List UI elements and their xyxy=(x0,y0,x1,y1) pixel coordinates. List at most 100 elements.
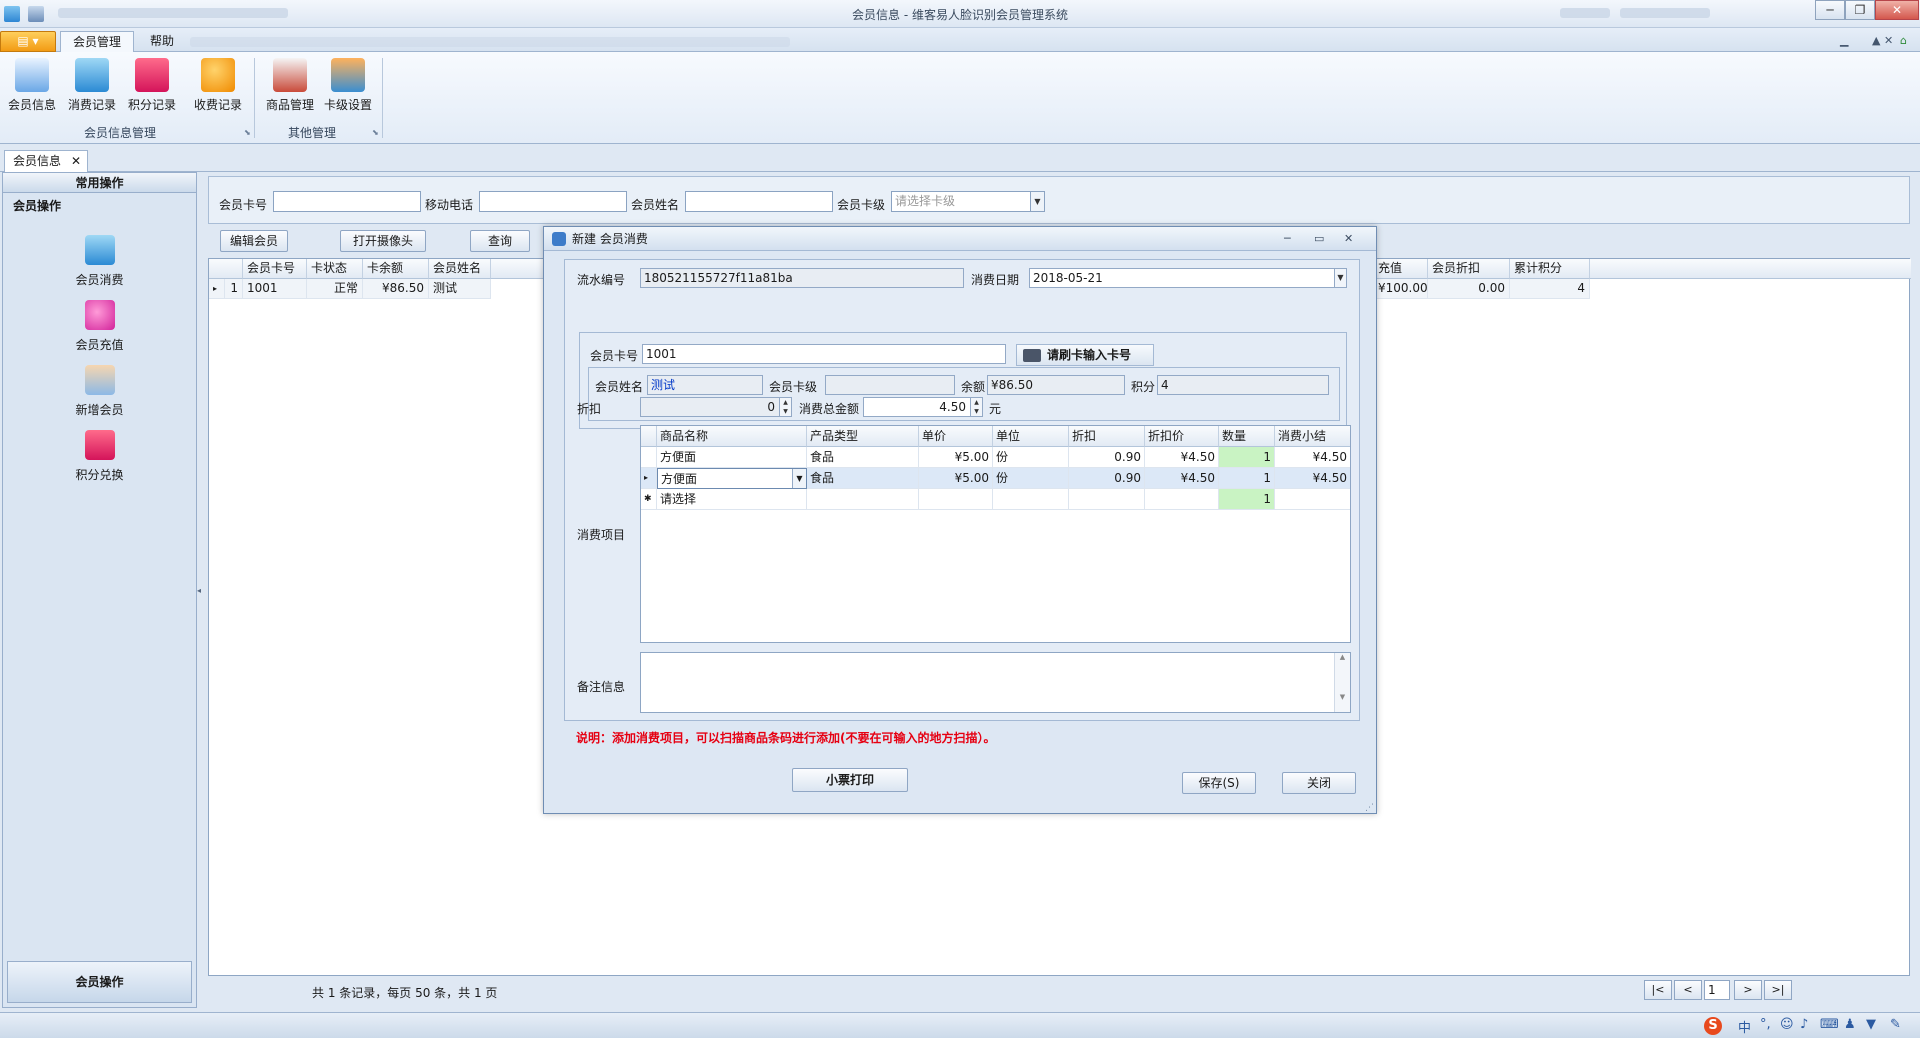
notes-scrollbar[interactable]: ▲ ▼ xyxy=(1334,653,1350,712)
chevron-down-icon[interactable]: ▼ xyxy=(1030,192,1044,211)
cell-subtotal[interactable]: ¥4.50 xyxy=(1275,468,1350,489)
print-receipt-button[interactable]: 小票打印 xyxy=(792,768,908,792)
nav-item-member-consume[interactable]: 会员消费 xyxy=(3,235,196,288)
consume-date-picker[interactable]: 2018-05-21 ▼ xyxy=(1029,268,1347,288)
resize-grip-icon[interactable]: ⋰ xyxy=(1365,803,1374,813)
column-header[interactable]: 会员卡号 xyxy=(243,259,307,279)
nav-item-points-exchange[interactable]: 积分兑换 xyxy=(3,430,196,483)
cell-subtotal[interactable]: ¥4.50 xyxy=(1275,447,1350,468)
close-button[interactable]: 关闭 xyxy=(1282,772,1356,794)
card-level-button[interactable]: 卡级设置 xyxy=(320,58,376,118)
prev-page-button[interactable]: < xyxy=(1674,980,1702,1000)
cell-unit[interactable]: 份 xyxy=(993,447,1069,468)
cell-card-number[interactable]: 1001 xyxy=(243,279,307,299)
column-header[interactable]: 卡余额 xyxy=(363,259,429,279)
ribbon-up-icon[interactable]: ▲ xyxy=(1872,34,1880,47)
minimize-button[interactable]: ─ xyxy=(1815,0,1845,20)
cell-product-type[interactable]: 食品 xyxy=(807,447,919,468)
cell-total-points[interactable]: 4 xyxy=(1510,279,1590,299)
mobile-input[interactable] xyxy=(479,191,627,212)
column-header[interactable]: 折扣价 xyxy=(1145,426,1219,447)
cell-product-name[interactable]: 请选择 xyxy=(657,489,807,510)
ribbon-minimize-icon[interactable]: ▁ xyxy=(1840,34,1848,47)
column-header[interactable]: 累计积分 xyxy=(1510,259,1590,279)
page-number-input[interactable]: 1 xyxy=(1704,980,1730,1000)
close-icon[interactable]: ✕ xyxy=(1344,227,1353,251)
close-window-button[interactable]: ✕ xyxy=(1875,0,1919,20)
dialog-launcher-icon[interactable]: ⬊ xyxy=(244,128,251,137)
cell-recharge[interactable]: ¥100.00 xyxy=(1374,279,1428,299)
last-page-button[interactable]: >| xyxy=(1764,980,1792,1000)
ime-logo-icon[interactable]: S xyxy=(1704,1017,1722,1035)
member-info-button[interactable]: 会员信息 xyxy=(4,58,60,118)
cell-unit[interactable] xyxy=(993,489,1069,510)
cell-discount-price[interactable]: ¥4.50 xyxy=(1145,447,1219,468)
cell-card-balance[interactable]: ¥86.50 xyxy=(363,279,429,299)
minimize-icon[interactable]: ─ xyxy=(1284,227,1291,251)
splitter-collapse-icon[interactable]: ◂ xyxy=(197,586,201,595)
cell-member-name[interactable]: 测试 xyxy=(429,279,491,299)
cell-product-type[interactable]: 食品 xyxy=(807,468,919,489)
cell-unit-price[interactable]: ¥5.00 xyxy=(919,468,993,489)
query-button[interactable]: 查询 xyxy=(470,230,530,252)
edit-member-button[interactable]: 编辑会员 xyxy=(220,230,288,252)
column-header[interactable]: 消费小结 xyxy=(1275,426,1350,447)
product-select[interactable]: 方便面 ▼ xyxy=(657,468,807,489)
tab-help[interactable]: 帮助 xyxy=(138,31,186,52)
tab-member-info[interactable]: 会员信息 ✕ xyxy=(4,150,88,172)
column-header[interactable]: 会员姓名 xyxy=(429,259,491,279)
first-page-button[interactable]: |< xyxy=(1644,980,1672,1000)
total-amount-spinner[interactable]: 4.50 ▲ ▼ xyxy=(863,397,983,417)
consume-record-button[interactable]: 消费记录 xyxy=(64,58,120,118)
keyboard-icon[interactable]: ⌨ xyxy=(1820,1017,1839,1032)
next-page-button[interactable]: > xyxy=(1734,980,1762,1000)
maximize-icon[interactable]: ▭ xyxy=(1314,227,1324,251)
cell-discount[interactable] xyxy=(1069,489,1145,510)
cell-discount-price[interactable]: ¥4.50 xyxy=(1145,468,1219,489)
cell-subtotal[interactable] xyxy=(1275,489,1350,510)
notes-textarea[interactable]: ▲ ▼ xyxy=(640,652,1351,713)
maximize-button[interactable]: ❐ xyxy=(1845,0,1875,20)
open-camera-button[interactable]: 打开摄像头 xyxy=(340,230,426,252)
tab-member-management[interactable]: 会员管理 xyxy=(60,31,135,52)
column-header[interactable]: 数量 xyxy=(1219,426,1275,447)
column-header[interactable]: 单价 xyxy=(919,426,993,447)
swipe-card-button[interactable]: 请刷卡输入卡号 xyxy=(1016,344,1154,366)
app-menu-button[interactable]: ▤ ▾ xyxy=(0,31,56,52)
shirt-icon[interactable]: ▼ xyxy=(1866,1017,1876,1032)
cell-quantity[interactable]: 1 xyxy=(1219,447,1275,468)
emoji-icon[interactable]: ☺ xyxy=(1780,1017,1794,1032)
column-header[interactable]: 商品名称 xyxy=(657,426,807,447)
column-header[interactable]: 产品类型 xyxy=(807,426,919,447)
cell-unit[interactable]: 份 xyxy=(993,468,1069,489)
nav-item-add-member[interactable]: 新增会员 xyxy=(3,365,196,418)
cell-product-name[interactable]: 方便面 xyxy=(657,447,807,468)
ime-chinese-icon[interactable]: 中 xyxy=(1738,1017,1751,1036)
product-management-button[interactable]: 商品管理 xyxy=(262,58,318,118)
column-header[interactable]: 充值 xyxy=(1374,259,1428,279)
discount-spinner[interactable]: 0 ▲ ▼ xyxy=(640,397,792,417)
card-number-input[interactable]: 1001 xyxy=(642,344,1006,364)
cell-quantity[interactable]: 1 xyxy=(1219,489,1275,510)
column-header[interactable]: 会员折扣 xyxy=(1428,259,1510,279)
column-header[interactable]: 折扣 xyxy=(1069,426,1145,447)
card-number-input[interactable] xyxy=(273,191,421,212)
nav-item-member-recharge[interactable]: 会员充值 xyxy=(3,300,196,353)
user-icon[interactable]: ♟ xyxy=(1844,1017,1856,1032)
ime-punct-icon[interactable]: °, xyxy=(1760,1017,1771,1032)
cell-unit-price[interactable]: ¥5.00 xyxy=(919,447,993,468)
wrench-icon[interactable]: ✎ xyxy=(1890,1017,1901,1032)
home-icon[interactable]: ⌂ xyxy=(1900,34,1907,47)
chevron-down-icon[interactable]: ▼ xyxy=(1334,269,1346,287)
member-name-input[interactable] xyxy=(685,191,833,212)
cell-product-type[interactable] xyxy=(807,489,919,510)
ribbon-close-icon[interactable]: ✕ xyxy=(1884,34,1893,47)
card-level-select[interactable]: 请选择卡级 ▼ xyxy=(891,191,1045,212)
spinner-arrows-icon[interactable]: ▲ ▼ xyxy=(779,398,791,416)
charge-record-button[interactable]: 收费记录 xyxy=(190,58,246,118)
cell-discount[interactable]: 0.90 xyxy=(1069,447,1145,468)
save-button[interactable]: 保存(S) xyxy=(1182,772,1256,794)
close-icon[interactable]: ✕ xyxy=(71,151,81,171)
cell-quantity[interactable]: 1 xyxy=(1219,468,1275,489)
spinner-arrows-icon[interactable]: ▲ ▼ xyxy=(970,398,982,416)
